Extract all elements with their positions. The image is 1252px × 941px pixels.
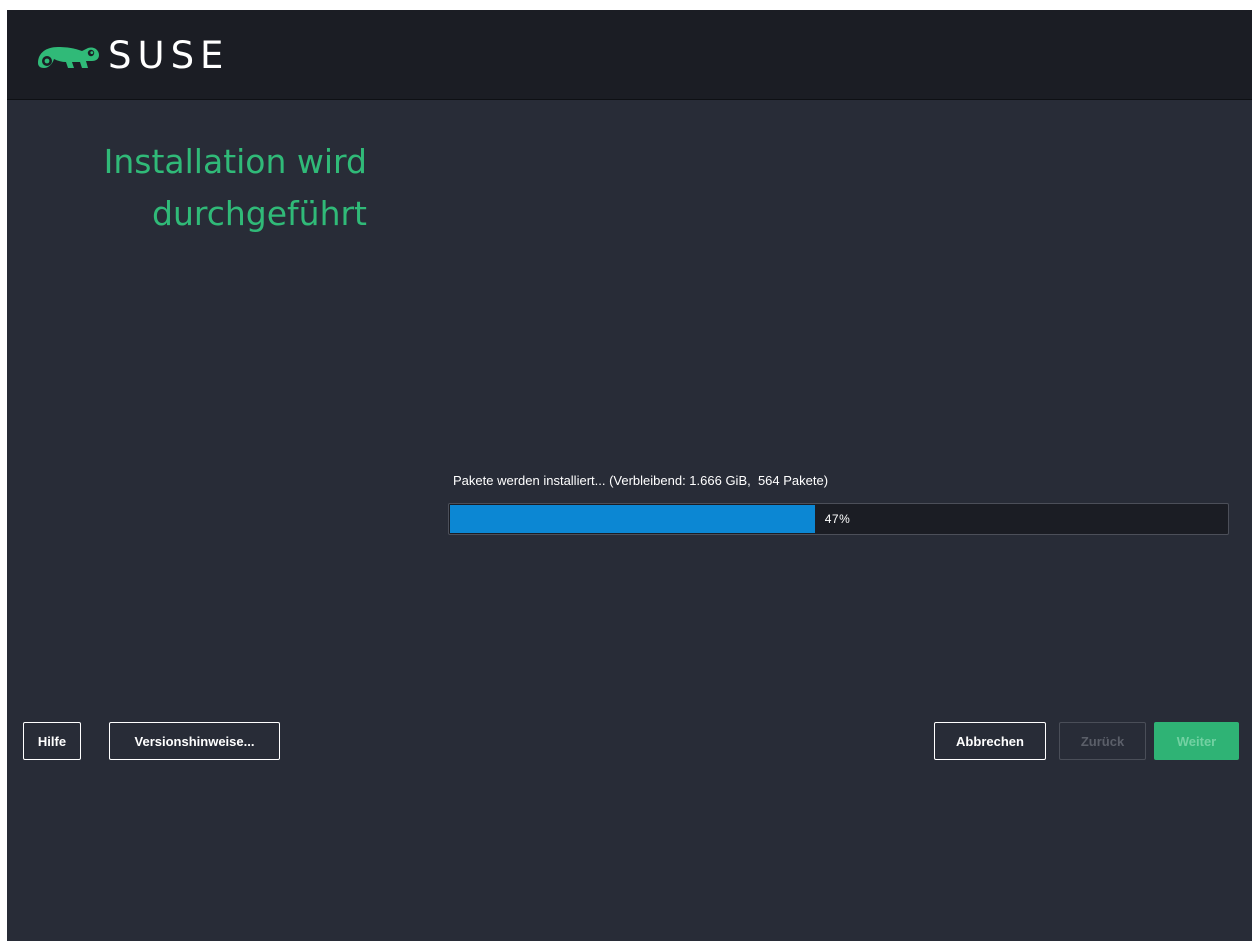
next-button[interactable]: Weiter bbox=[1154, 722, 1239, 760]
release-notes-button-label: Versionshinweise... bbox=[134, 733, 255, 749]
page-title: Installation wird durchgeführt bbox=[27, 136, 367, 240]
back-button-label: Zurück bbox=[1080, 733, 1125, 749]
back-button[interactable]: Zurück bbox=[1059, 722, 1146, 760]
suse-logo: SUSE bbox=[36, 36, 229, 76]
brand-wordmark: SUSE bbox=[108, 34, 230, 77]
page-title-line-1: Installation wird bbox=[103, 142, 367, 181]
next-button-label: Weiter bbox=[1176, 733, 1217, 749]
installer-window: SUSE Installation wird durchgeführt Pake… bbox=[7, 10, 1252, 941]
page-title-line-2: durchgeführt bbox=[152, 194, 367, 233]
abort-button-label: Abbrechen bbox=[956, 733, 1024, 749]
header-bar: SUSE bbox=[7, 10, 1252, 100]
suse-chameleon-icon bbox=[38, 47, 99, 68]
progress-label: Pakete werden installiert... (Verbleiben… bbox=[453, 473, 829, 488]
release-notes-button[interactable]: Versionshinweise... bbox=[109, 722, 280, 760]
help-button-label: Hilfe bbox=[37, 733, 67, 749]
abort-button[interactable]: Abbrechen bbox=[934, 722, 1046, 760]
help-button[interactable]: Hilfe bbox=[23, 722, 81, 760]
progress-percent-text: 47% bbox=[824, 512, 851, 526]
package-progress-bar: 47% bbox=[448, 503, 1229, 535]
